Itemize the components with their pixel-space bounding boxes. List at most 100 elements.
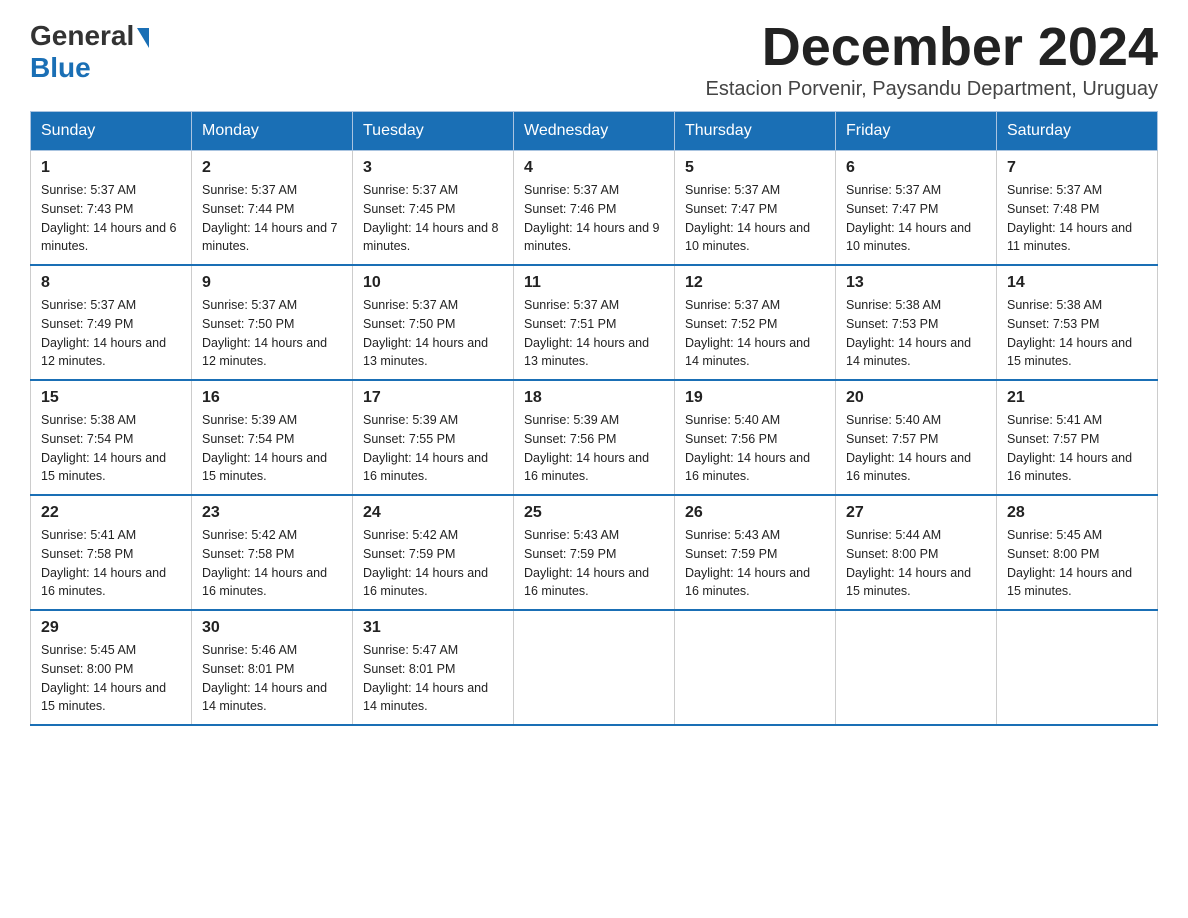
day-info: Sunrise: 5:37 AMSunset: 7:47 PMDaylight:… [685,181,825,256]
day-info: Sunrise: 5:37 AMSunset: 7:49 PMDaylight:… [41,296,181,371]
weekday-header-tuesday: Tuesday [353,112,514,151]
calendar-cell: 14 Sunrise: 5:38 AMSunset: 7:53 PMDaylig… [997,265,1158,380]
calendar-cell: 23 Sunrise: 5:42 AMSunset: 7:58 PMDaylig… [192,495,353,610]
day-number: 22 [41,504,181,522]
logo-arrow-icon [137,28,149,48]
day-number: 24 [363,504,503,522]
day-number: 31 [363,619,503,637]
day-number: 29 [41,619,181,637]
weekday-header-thursday: Thursday [675,112,836,151]
calendar-cell: 13 Sunrise: 5:38 AMSunset: 7:53 PMDaylig… [836,265,997,380]
calendar-cell: 16 Sunrise: 5:39 AMSunset: 7:54 PMDaylig… [192,380,353,495]
day-number: 21 [1007,389,1147,407]
day-info: Sunrise: 5:37 AMSunset: 7:43 PMDaylight:… [41,181,181,256]
calendar-cell: 26 Sunrise: 5:43 AMSunset: 7:59 PMDaylig… [675,495,836,610]
day-number: 15 [41,389,181,407]
calendar-week-row: 22 Sunrise: 5:41 AMSunset: 7:58 PMDaylig… [31,495,1158,610]
calendar-week-row: 15 Sunrise: 5:38 AMSunset: 7:54 PMDaylig… [31,380,1158,495]
day-number: 25 [524,504,664,522]
calendar-cell: 2 Sunrise: 5:37 AMSunset: 7:44 PMDayligh… [192,151,353,266]
calendar-header-row: SundayMondayTuesdayWednesdayThursdayFrid… [31,112,1158,151]
day-info: Sunrise: 5:37 AMSunset: 7:50 PMDaylight:… [363,296,503,371]
day-info: Sunrise: 5:43 AMSunset: 7:59 PMDaylight:… [685,526,825,601]
day-info: Sunrise: 5:41 AMSunset: 7:58 PMDaylight:… [41,526,181,601]
day-info: Sunrise: 5:37 AMSunset: 7:52 PMDaylight:… [685,296,825,371]
month-title: December 2024 [706,20,1158,74]
day-info: Sunrise: 5:38 AMSunset: 7:53 PMDaylight:… [1007,296,1147,371]
calendar-cell [514,610,675,725]
calendar-week-row: 8 Sunrise: 5:37 AMSunset: 7:49 PMDayligh… [31,265,1158,380]
weekday-header-wednesday: Wednesday [514,112,675,151]
calendar-cell: 17 Sunrise: 5:39 AMSunset: 7:55 PMDaylig… [353,380,514,495]
calendar-cell [675,610,836,725]
calendar-cell: 29 Sunrise: 5:45 AMSunset: 8:00 PMDaylig… [31,610,192,725]
day-info: Sunrise: 5:38 AMSunset: 7:54 PMDaylight:… [41,411,181,486]
day-number: 2 [202,159,342,177]
day-info: Sunrise: 5:37 AMSunset: 7:46 PMDaylight:… [524,181,664,256]
day-number: 19 [685,389,825,407]
day-number: 1 [41,159,181,177]
calendar-cell: 10 Sunrise: 5:37 AMSunset: 7:50 PMDaylig… [353,265,514,380]
day-number: 20 [846,389,986,407]
calendar-cell: 21 Sunrise: 5:41 AMSunset: 7:57 PMDaylig… [997,380,1158,495]
day-info: Sunrise: 5:42 AMSunset: 7:58 PMDaylight:… [202,526,342,601]
calendar-cell: 18 Sunrise: 5:39 AMSunset: 7:56 PMDaylig… [514,380,675,495]
day-info: Sunrise: 5:40 AMSunset: 7:57 PMDaylight:… [846,411,986,486]
day-info: Sunrise: 5:37 AMSunset: 7:50 PMDaylight:… [202,296,342,371]
day-info: Sunrise: 5:42 AMSunset: 7:59 PMDaylight:… [363,526,503,601]
day-info: Sunrise: 5:37 AMSunset: 7:44 PMDaylight:… [202,181,342,256]
calendar-cell: 27 Sunrise: 5:44 AMSunset: 8:00 PMDaylig… [836,495,997,610]
calendar-cell: 25 Sunrise: 5:43 AMSunset: 7:59 PMDaylig… [514,495,675,610]
day-info: Sunrise: 5:43 AMSunset: 7:59 PMDaylight:… [524,526,664,601]
title-block: December 2024 Estacion Porvenir, Paysand… [706,20,1158,101]
weekday-header-sunday: Sunday [31,112,192,151]
day-info: Sunrise: 5:45 AMSunset: 8:00 PMDaylight:… [1007,526,1147,601]
day-number: 11 [524,274,664,292]
day-number: 12 [685,274,825,292]
calendar-cell: 31 Sunrise: 5:47 AMSunset: 8:01 PMDaylig… [353,610,514,725]
calendar-cell: 9 Sunrise: 5:37 AMSunset: 7:50 PMDayligh… [192,265,353,380]
day-number: 4 [524,159,664,177]
calendar-cell: 22 Sunrise: 5:41 AMSunset: 7:58 PMDaylig… [31,495,192,610]
calendar-cell: 12 Sunrise: 5:37 AMSunset: 7:52 PMDaylig… [675,265,836,380]
day-number: 7 [1007,159,1147,177]
day-info: Sunrise: 5:38 AMSunset: 7:53 PMDaylight:… [846,296,986,371]
day-number: 9 [202,274,342,292]
day-number: 6 [846,159,986,177]
calendar-cell: 24 Sunrise: 5:42 AMSunset: 7:59 PMDaylig… [353,495,514,610]
calendar-cell: 15 Sunrise: 5:38 AMSunset: 7:54 PMDaylig… [31,380,192,495]
day-number: 10 [363,274,503,292]
logo-general: General [30,20,134,52]
day-info: Sunrise: 5:37 AMSunset: 7:47 PMDaylight:… [846,181,986,256]
day-number: 26 [685,504,825,522]
calendar-cell: 28 Sunrise: 5:45 AMSunset: 8:00 PMDaylig… [997,495,1158,610]
calendar-cell: 7 Sunrise: 5:37 AMSunset: 7:48 PMDayligh… [997,151,1158,266]
calendar-cell: 5 Sunrise: 5:37 AMSunset: 7:47 PMDayligh… [675,151,836,266]
day-number: 28 [1007,504,1147,522]
calendar-table: SundayMondayTuesdayWednesdayThursdayFrid… [30,111,1158,726]
calendar-cell [836,610,997,725]
calendar-cell [997,610,1158,725]
day-info: Sunrise: 5:39 AMSunset: 7:56 PMDaylight:… [524,411,664,486]
calendar-cell: 20 Sunrise: 5:40 AMSunset: 7:57 PMDaylig… [836,380,997,495]
weekday-header-friday: Friday [836,112,997,151]
day-info: Sunrise: 5:39 AMSunset: 7:54 PMDaylight:… [202,411,342,486]
day-number: 27 [846,504,986,522]
location-subtitle: Estacion Porvenir, Paysandu Department, … [706,78,1158,101]
day-number: 3 [363,159,503,177]
day-info: Sunrise: 5:40 AMSunset: 7:56 PMDaylight:… [685,411,825,486]
calendar-cell: 8 Sunrise: 5:37 AMSunset: 7:49 PMDayligh… [31,265,192,380]
calendar-cell: 4 Sunrise: 5:37 AMSunset: 7:46 PMDayligh… [514,151,675,266]
calendar-cell: 30 Sunrise: 5:46 AMSunset: 8:01 PMDaylig… [192,610,353,725]
day-number: 18 [524,389,664,407]
day-number: 5 [685,159,825,177]
day-number: 23 [202,504,342,522]
day-number: 13 [846,274,986,292]
day-info: Sunrise: 5:46 AMSunset: 8:01 PMDaylight:… [202,641,342,716]
calendar-cell: 3 Sunrise: 5:37 AMSunset: 7:45 PMDayligh… [353,151,514,266]
day-number: 8 [41,274,181,292]
day-info: Sunrise: 5:39 AMSunset: 7:55 PMDaylight:… [363,411,503,486]
calendar-cell: 6 Sunrise: 5:37 AMSunset: 7:47 PMDayligh… [836,151,997,266]
calendar-cell: 1 Sunrise: 5:37 AMSunset: 7:43 PMDayligh… [31,151,192,266]
calendar-week-row: 29 Sunrise: 5:45 AMSunset: 8:00 PMDaylig… [31,610,1158,725]
